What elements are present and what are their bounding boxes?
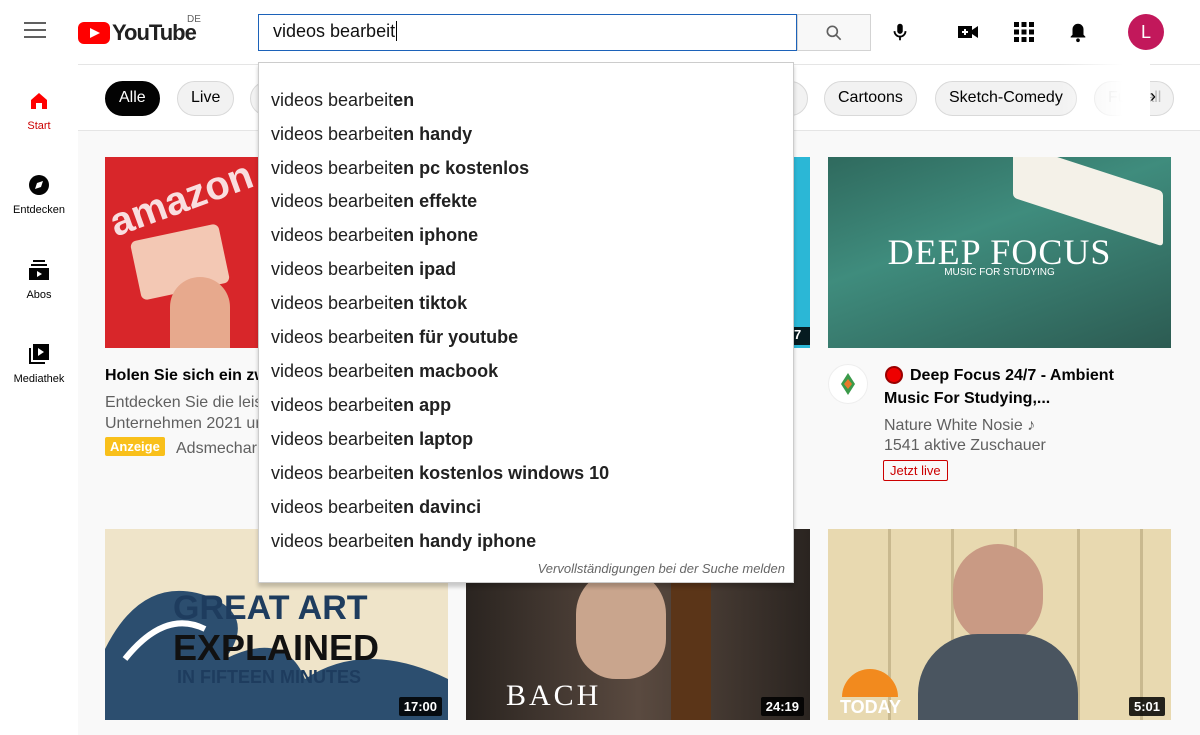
channel-name-row[interactable]: Nature White Nosie ♪	[884, 415, 1035, 436]
home-icon	[0, 88, 78, 114]
sidebar-item-label: Mediathek	[13, 373, 65, 385]
compass-icon	[0, 172, 78, 198]
suggestion-item[interactable]: videos bearbeiten macbook	[271, 361, 498, 382]
ad-title[interactable]: Holen Sie sich ein zw	[105, 364, 260, 387]
suggestion-item[interactable]: videos bearbeiten iphone	[271, 225, 478, 246]
suggestion-item[interactable]: videos bearbeiten tiktok	[271, 293, 467, 314]
suggestion-item[interactable]: videos bearbeiten effekte	[271, 191, 477, 212]
avatar-letter: L	[1140, 21, 1151, 42]
microphone-icon[interactable]	[888, 20, 912, 44]
chips-fade	[1060, 64, 1150, 130]
chip-label: Live	[191, 89, 221, 106]
sidebar-item-label: Start	[27, 120, 51, 132]
apps-grid-icon[interactable]	[1012, 20, 1036, 44]
masthead: YouTube DE videos bearbeit L	[0, 0, 1200, 64]
channel-name: Nature White Nosie	[884, 417, 1023, 434]
suggestion-item[interactable]: videos bearbeiten kostenlos windows 10	[271, 463, 609, 484]
search-suggestions-dropdown: videos bearbeiten videos bearbeiten hand…	[258, 62, 794, 583]
avatar[interactable]: L	[1128, 14, 1164, 50]
leaf-logo-icon	[841, 373, 855, 395]
suggestion-item[interactable]: videos bearbeiten laptop	[271, 429, 473, 450]
live-viewers: 1541 aktive Zuschauer	[884, 437, 1046, 454]
notifications-bell-icon[interactable]	[1066, 20, 1090, 44]
suggestion-item[interactable]: videos bearbeiten app	[271, 395, 451, 416]
chip-label: Cartoons	[838, 89, 903, 106]
thumbnail-text: TODAY	[840, 697, 902, 717]
subscriptions-icon	[0, 257, 78, 283]
thumbnail-text: EXPLAINED	[173, 627, 380, 668]
country-code: DE	[187, 14, 201, 25]
ad-thumbnail[interactable]: amazon	[105, 157, 260, 348]
deep-focus-thumbnail[interactable]: DEEP FOCUS MUSIC FOR STUDYING	[828, 157, 1171, 348]
sidebar-item-label: Abos	[26, 289, 52, 301]
ad-description: Unternehmen 2021 ur	[105, 415, 260, 432]
logo-text: YouTube	[112, 20, 197, 45]
sidebar-item-entdecken[interactable]: Entdecken	[0, 172, 78, 216]
search-icon	[826, 25, 842, 40]
youtube-logo[interactable]: YouTube DE	[78, 14, 201, 46]
ad-description: Entdecken Sie die leis	[105, 394, 260, 411]
thumbnail-subtitle: MUSIC FOR STUDYING	[944, 267, 1055, 278]
video-thumbnail[interactable]: 7	[794, 157, 810, 348]
duration-badge: 17:00	[398, 697, 442, 716]
suggestion-item[interactable]: videos bearbeiten handy	[271, 124, 472, 145]
library-icon	[0, 341, 78, 367]
suggestion-item[interactable]: videos bearbeiten handy iphone	[271, 531, 536, 552]
chip-cartoons[interactable]: Cartoons	[824, 81, 917, 116]
today-thumbnail[interactable]: TODAY 5:01	[828, 529, 1171, 720]
suggestion-item[interactable]: videos bearbeiten für youtube	[271, 327, 518, 348]
chevron-right-icon[interactable]: ›	[1150, 86, 1156, 107]
sidebar-item-abos[interactable]: Abos	[0, 257, 78, 301]
chip-alle[interactable]: Alle	[105, 81, 160, 116]
video-title-cont[interactable]: Music For Studying,...	[884, 387, 1154, 410]
thumbnail-text: IN FIFTEEN MINUTES	[177, 667, 361, 687]
chip-label: Alle	[119, 89, 146, 106]
sidebar-item-start[interactable]: Start	[0, 88, 78, 132]
youtube-play-icon	[78, 22, 110, 44]
search-button[interactable]	[797, 14, 871, 51]
duration-badge: 24:19	[760, 697, 804, 716]
thumbnail-text: BACH	[506, 679, 602, 712]
music-note-icon: ♪	[1027, 417, 1036, 434]
sidebar-item-label: Entdecken	[13, 204, 65, 216]
suggestion-item[interactable]: videos bearbeiten	[271, 90, 414, 111]
duration-badge: 5:01	[1128, 697, 1165, 716]
ad-channel[interactable]: Adsmechar	[176, 438, 260, 459]
live-badge: Jetzt live	[883, 460, 948, 481]
ad-badge: Anzeige	[105, 437, 165, 456]
menu-icon[interactable]	[24, 22, 48, 42]
face-graphic	[953, 544, 1043, 644]
chip-label: Sketch-Comedy	[949, 89, 1063, 106]
chip-live[interactable]: Live	[177, 81, 235, 116]
chip-sketch-comedy[interactable]: Sketch-Comedy	[935, 81, 1077, 116]
search-input[interactable]: videos bearbeit	[258, 14, 797, 51]
thumbnail-text: GREAT ART	[173, 589, 368, 627]
sidebar-item-mediathek[interactable]: Mediathek	[0, 341, 78, 385]
suggestion-item[interactable]: videos bearbeiten ipad	[271, 259, 456, 280]
live-dot-icon	[885, 366, 903, 384]
shirt-graphic	[918, 634, 1078, 720]
create-video-icon[interactable]	[956, 20, 980, 44]
sidebar: Start Entdecken Abos Mediathek	[0, 64, 78, 735]
search-input-value: videos bearbeit	[273, 21, 396, 41]
video-title[interactable]: Deep Focus 24/7 - Ambient	[910, 364, 1160, 387]
report-suggestions-link[interactable]: Vervollständigungen bei der Suche melden	[538, 561, 785, 576]
duration-badge: 7	[794, 327, 810, 345]
hand-graphic	[170, 277, 230, 348]
face-graphic	[576, 569, 666, 679]
suggestion-item[interactable]: videos bearbeiten davinci	[271, 497, 481, 518]
channel-avatar[interactable]	[828, 364, 868, 404]
suggestion-item[interactable]: videos bearbeiten pc kostenlos	[271, 158, 529, 179]
